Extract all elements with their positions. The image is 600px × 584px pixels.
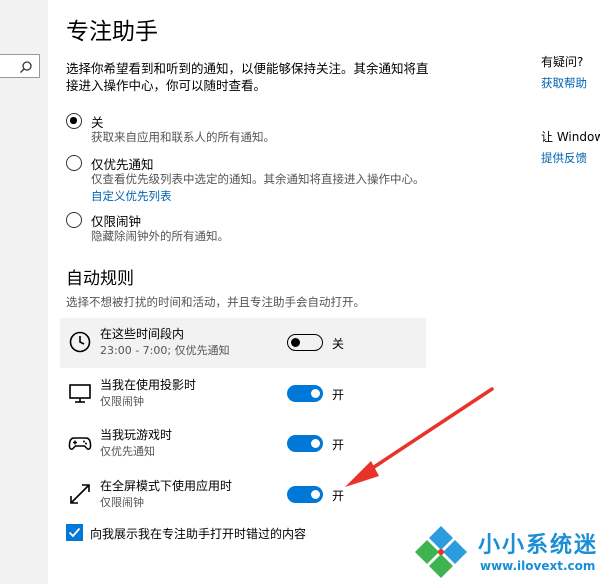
watermark-logo-icon [412, 524, 470, 582]
watermark: 小小系统迷 www.ilovext.com [408, 519, 600, 581]
red-arrow-annotation [345, 387, 494, 487]
watermark-name: 小小系统迷 [478, 533, 599, 558]
watermark-url: www.ilovext.com [480, 559, 596, 573]
